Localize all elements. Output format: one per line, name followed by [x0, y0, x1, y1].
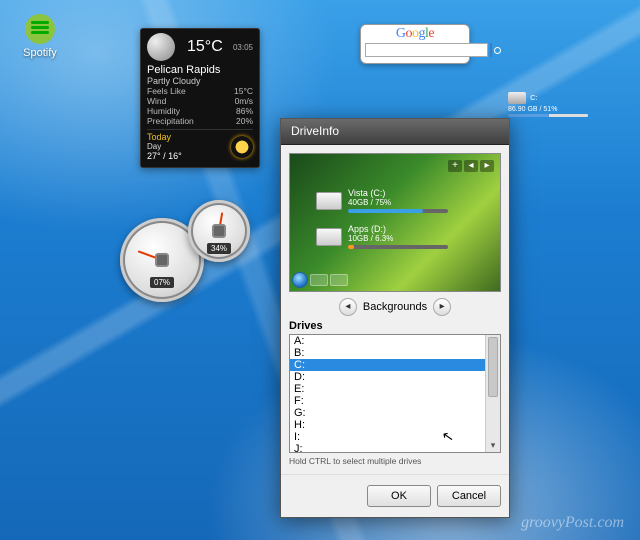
taskbar-button: [310, 274, 328, 286]
weather-gadget[interactable]: 15°C 03:05 Pelican Rapids Partly Cloudy …: [140, 28, 260, 168]
weather-condition: Partly Cloudy: [147, 76, 253, 86]
drive-list-item[interactable]: A:: [290, 335, 500, 347]
weather-location: Pelican Rapids: [147, 64, 253, 76]
drive-icon: [316, 228, 342, 246]
preview-add-button[interactable]: +: [448, 160, 462, 172]
preview-next-button[interactable]: ▸: [480, 160, 494, 172]
google-search-gadget[interactable]: Google: [360, 24, 470, 64]
backgrounds-label: Backgrounds: [363, 301, 427, 313]
moon-icon: [147, 33, 175, 61]
scrollbar[interactable]: ▴ ▾: [485, 335, 500, 452]
preview-drive-item: Apps (D:)10GB / 6.3%: [316, 224, 448, 250]
drive-list-item[interactable]: B:: [290, 347, 500, 359]
preview-drive-item: Vista (C:)40GB / 75%: [316, 188, 448, 214]
google-search-button[interactable]: [490, 43, 492, 57]
drive-list-item[interactable]: I:: [290, 431, 500, 443]
drive-list-item[interactable]: G:: [290, 407, 500, 419]
drive-mini-label: C:: [530, 93, 538, 102]
drive-list-item[interactable]: F:: [290, 395, 500, 407]
drive-icon: [316, 192, 342, 210]
drive-mini-bar: [508, 114, 588, 117]
gauge-cpu-value: 07%: [150, 277, 174, 288]
drive-list-item[interactable]: J:: [290, 443, 500, 453]
gadget-preview: + ◂ ▸ Vista (C:)40GB / 75% Apps (D:)10GB …: [289, 153, 501, 292]
spotify-icon: [25, 14, 55, 44]
titlebar[interactable]: DriveInfo: [281, 119, 509, 145]
bg-next-button[interactable]: ▸: [433, 298, 451, 316]
desktop-icon-label: Spotify: [16, 47, 64, 59]
google-logo: Google: [365, 27, 465, 41]
driveinfo-window: DriveInfo + ◂ ▸ Vista (C:)40GB / 75% Apps…: [280, 118, 510, 518]
cancel-button[interactable]: Cancel: [437, 485, 501, 507]
desktop-icon-spotify[interactable]: Spotify: [16, 14, 64, 59]
weather-hilo: 27° / 16°: [147, 151, 182, 161]
weather-today-label: Today: [147, 132, 182, 142]
scroll-thumb[interactable]: [488, 337, 498, 397]
drives-label: Drives: [289, 320, 501, 332]
hint-text: Hold CTRL to select multiple drives: [289, 456, 501, 466]
watermark: groovyPost.com: [521, 514, 624, 532]
ok-button[interactable]: OK: [367, 485, 431, 507]
scroll-down-icon[interactable]: ▾: [486, 438, 500, 452]
drive-icon: [508, 92, 526, 104]
taskbar-button: [330, 274, 348, 286]
weather-temp: 15°C: [187, 38, 223, 56]
start-orb-icon: [292, 272, 308, 288]
drive-list-item[interactable]: H:: [290, 419, 500, 431]
preview-prev-button[interactable]: ◂: [464, 160, 478, 172]
drives-listbox[interactable]: A:B:C:D:E:F:G:H:I:J: ▴ ▾: [289, 334, 501, 453]
drive-list-item[interactable]: C:: [290, 359, 500, 371]
drive-mini-gadget[interactable]: C: 86.90 GB / 51%: [508, 92, 588, 117]
drive-mini-stat: 86.90 GB / 51%: [508, 106, 557, 113]
weather-time: 03:05: [227, 43, 253, 52]
gauge-ram: 34%: [188, 200, 250, 262]
sun-icon: [231, 136, 253, 158]
window-title: DriveInfo: [291, 124, 499, 138]
bg-prev-button[interactable]: ◂: [339, 298, 357, 316]
google-search-input[interactable]: [365, 43, 488, 57]
gauge-ram-value: 34%: [207, 243, 231, 254]
drive-list-item[interactable]: E:: [290, 383, 500, 395]
drive-list-item[interactable]: D:: [290, 371, 500, 383]
